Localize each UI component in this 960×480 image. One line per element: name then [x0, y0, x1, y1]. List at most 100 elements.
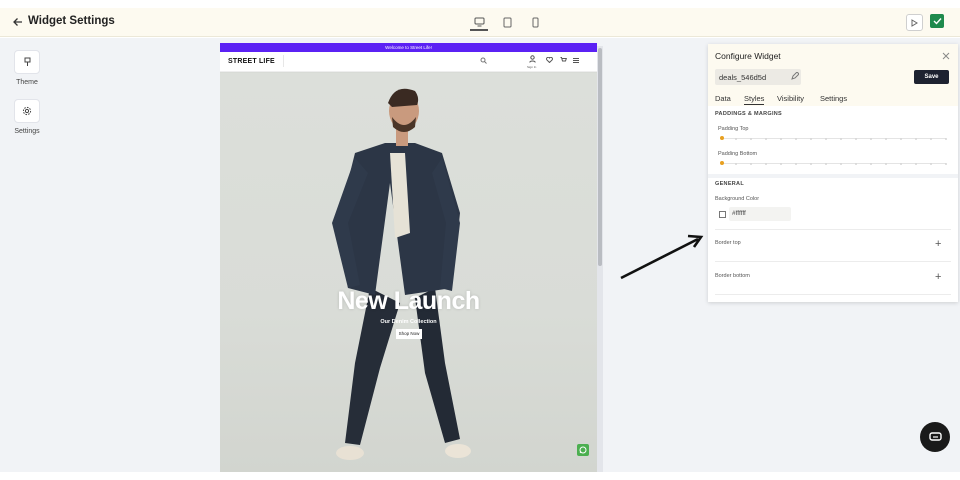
slider-tick [765, 162, 767, 165]
slider-tick [735, 162, 737, 165]
site-logo[interactable]: STREET LIFE [228, 58, 275, 65]
slider-tick [945, 137, 947, 140]
divider [715, 294, 951, 295]
slider-tick [750, 162, 752, 165]
whatsapp-button[interactable] [577, 444, 589, 456]
slider-tick [780, 137, 782, 140]
site-preview-frame: Welcome to Street Life! STREET LIFE Sign… [220, 43, 597, 472]
brush-icon [24, 57, 30, 66]
slider-tick [750, 137, 752, 140]
slider-tick [795, 162, 797, 165]
slider-tick [810, 137, 812, 140]
gear-icon [22, 106, 32, 116]
slider-tick [855, 162, 857, 165]
slider-tick [915, 162, 917, 165]
publish-button[interactable] [930, 14, 944, 28]
slider-tick [885, 162, 887, 165]
theme-tool-box [14, 50, 40, 74]
tablet-view-button[interactable] [498, 14, 516, 31]
desktop-view-button[interactable] [470, 14, 488, 31]
slider-tick [930, 137, 932, 140]
tablet-icon [503, 17, 511, 28]
tab-visibility[interactable]: Visibility [777, 94, 804, 103]
hero-title: New Launch [337, 287, 480, 315]
slider-track [720, 163, 946, 164]
slider-knob[interactable] [720, 161, 724, 165]
site-header: STREET LIFE Sign In [220, 52, 597, 72]
check-icon [933, 18, 942, 25]
heart-icon[interactable] [546, 57, 553, 63]
slider-tick [825, 162, 827, 165]
sidebar-item-settings[interactable]: Settings [0, 99, 54, 135]
slider-tick [840, 162, 842, 165]
slider-tick [915, 137, 917, 140]
slider-tick [930, 162, 932, 165]
settings-tool-box [14, 99, 40, 123]
preview-button[interactable] [906, 14, 923, 31]
border-bottom-label[interactable]: Border bottom [715, 273, 750, 279]
mobile-icon [532, 17, 538, 28]
menu-icon[interactable] [573, 58, 579, 63]
padding-top-slider[interactable] [720, 134, 947, 144]
top-bar: Widget Settings [0, 8, 960, 37]
paddings-section-title: PADDINGS & MARGINS [715, 111, 783, 117]
preview-scrollbar[interactable] [597, 46, 603, 472]
chat-icon [928, 431, 942, 441]
hero-banner[interactable]: New Launch Our Denim Collection Shop Now [220, 73, 597, 472]
sidebar-item-label: Theme [16, 79, 38, 86]
page-title: Widget Settings [28, 15, 115, 27]
shop-now-button[interactable]: Shop Now [396, 329, 422, 339]
signin-label[interactable]: Sign In [527, 65, 536, 69]
background-color-value: #ffffff [732, 210, 746, 217]
pencil-icon[interactable] [791, 72, 799, 80]
arrow-left-icon [13, 18, 22, 26]
padding-top-label: Padding Top [718, 126, 749, 132]
close-icon[interactable] [942, 52, 950, 60]
cart-icon[interactable] [560, 57, 567, 63]
site-search-input[interactable] [283, 55, 493, 67]
slider-track [720, 138, 946, 139]
chat-button[interactable] [920, 422, 950, 452]
tab-settings[interactable]: Settings [820, 94, 847, 103]
save-button[interactable]: Save [914, 70, 949, 84]
slider-tick [900, 137, 902, 140]
search-icon[interactable] [480, 57, 487, 64]
slider-tick [735, 137, 737, 140]
slider-tick [855, 137, 857, 140]
widget-id-field[interactable]: deals_546d5d [715, 69, 801, 85]
slider-tick [810, 162, 812, 165]
whatsapp-icon [579, 446, 587, 454]
back-button[interactable] [13, 15, 25, 29]
background-color-input[interactable]: #ffffff [729, 207, 791, 221]
panel-header: Configure Widget deals_546d5d Save Data … [708, 44, 958, 106]
background-color-swatch[interactable] [719, 211, 726, 218]
slider-tick [945, 162, 947, 165]
hero-model-image [332, 88, 471, 460]
slider-tick [840, 137, 842, 140]
expand-border-bottom-icon[interactable]: + [935, 271, 941, 283]
sidebar-item-theme[interactable]: Theme [0, 50, 54, 86]
slider-tick [900, 162, 902, 165]
expand-border-top-icon[interactable]: + [935, 238, 941, 250]
border-top-label[interactable]: Border top [715, 240, 741, 246]
annotation-arrow-icon [620, 234, 704, 280]
divider [715, 261, 951, 262]
slider-knob[interactable] [720, 136, 724, 140]
slider-tick [795, 137, 797, 140]
scrollbar-thumb[interactable] [598, 48, 602, 266]
slider-tick [885, 137, 887, 140]
slider-tick [765, 137, 767, 140]
mobile-view-button[interactable] [526, 14, 544, 31]
slider-tick [870, 137, 872, 140]
padding-bottom-slider[interactable] [720, 159, 947, 169]
divider [715, 229, 951, 230]
general-section-title: GENERAL [715, 181, 744, 187]
tab-styles[interactable]: Styles [744, 94, 765, 105]
background-color-label: Background Color [715, 196, 760, 202]
panel-title: Configure Widget [715, 51, 781, 61]
play-icon [911, 18, 918, 27]
section-divider [708, 174, 958, 178]
slider-tick [825, 137, 827, 140]
user-icon[interactable] [529, 55, 536, 63]
tab-data[interactable]: Data [715, 94, 731, 103]
